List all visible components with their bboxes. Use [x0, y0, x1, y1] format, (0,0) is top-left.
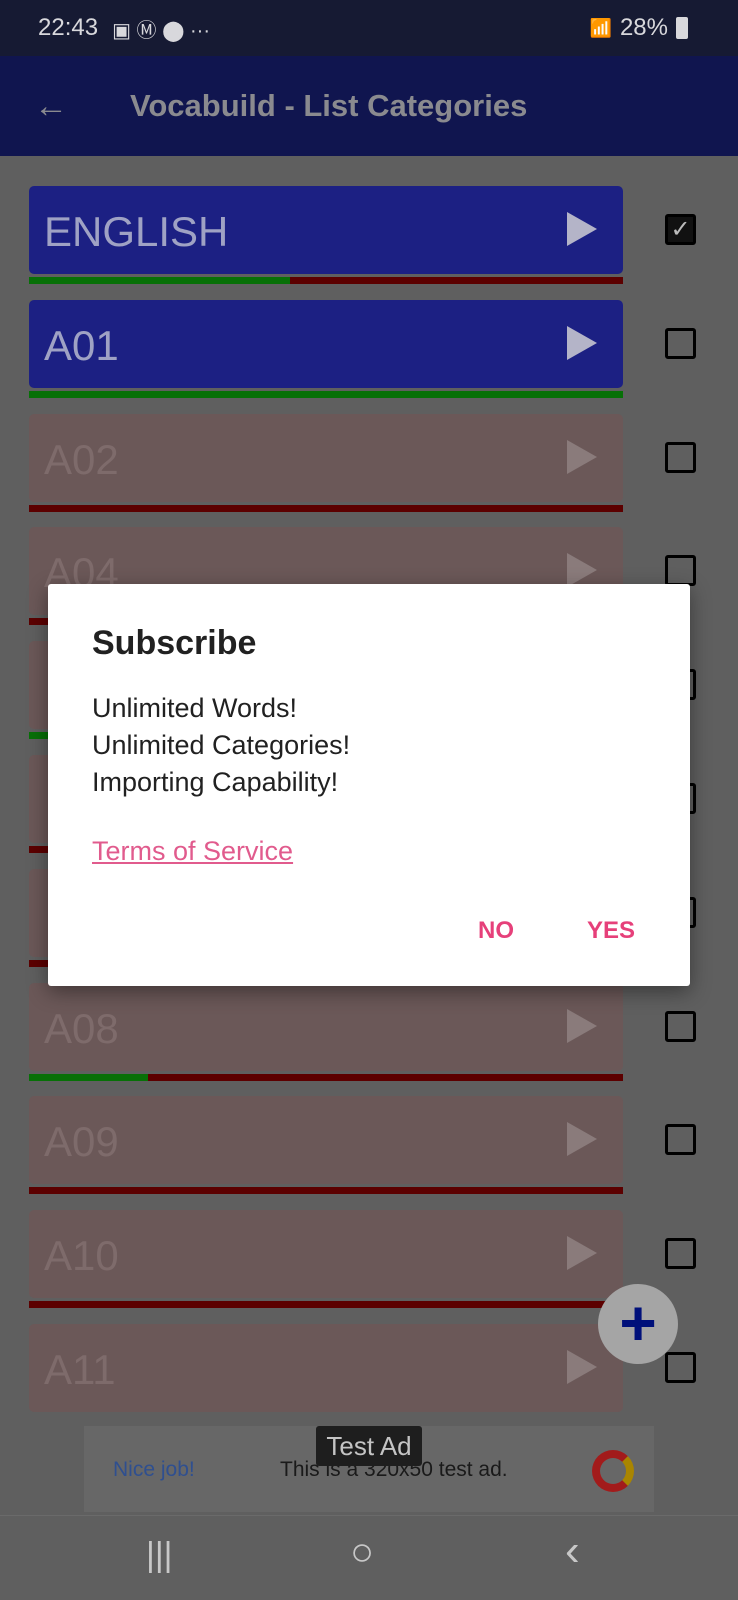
play-icon[interactable]	[567, 1008, 597, 1043]
category-checkbox[interactable]	[665, 327, 696, 359]
battery-icon	[676, 17, 688, 39]
category-row[interactable]: ENGLISH	[29, 186, 623, 274]
plus-icon: +	[619, 1287, 657, 1359]
category-row[interactable]: A01	[29, 299, 623, 388]
progress-bar	[29, 504, 623, 512]
home-icon[interactable]: ○	[350, 1530, 374, 1575]
category-row[interactable]: A08	[29, 982, 623, 1071]
progress-fill	[29, 1073, 148, 1081]
category-label: A11	[44, 1346, 116, 1393]
clock: 22:43	[38, 14, 99, 41]
arrow-left-icon[interactable]: ←	[34, 87, 84, 126]
app-bar: ← Vocabuild - List Categories	[0, 56, 738, 156]
dialog-title: Subscribe	[92, 624, 257, 662]
battery-level: 28%	[619, 14, 668, 41]
dialog-body: Unlimited Words! Unlimited Categories! I…	[92, 690, 350, 801]
test-ad-badge: Test Ad	[316, 1426, 422, 1466]
play-icon[interactable]	[567, 1236, 597, 1271]
category-label: A09	[44, 1118, 119, 1166]
category-checkbox[interactable]	[665, 441, 696, 473]
category-row[interactable]: A11	[29, 1324, 623, 1412]
play-icon[interactable]	[567, 439, 597, 474]
category-checkbox[interactable]: ✓	[665, 214, 696, 245]
play-icon[interactable]	[567, 1122, 597, 1157]
recents-icon[interactable]: |||	[146, 1536, 173, 1575]
progress-bar	[29, 1301, 623, 1309]
progress-fill	[29, 390, 623, 398]
feature-line: Importing Capability!	[92, 767, 339, 797]
category-checkbox[interactable]	[665, 1124, 696, 1156]
status-bar: 22:43 ▣ Ⓜ ⬤ ··· 📶 28%	[0, 0, 738, 56]
progress-bar	[29, 390, 623, 398]
category-label: A08	[44, 1004, 119, 1052]
ad-headline: Nice job!	[113, 1458, 195, 1481]
no-button[interactable]: NO	[478, 917, 514, 945]
feature-line: Unlimited Words!	[92, 693, 298, 723]
play-icon[interactable]	[567, 553, 597, 588]
navigation-bar: ||| ○ ‹	[0, 1515, 738, 1600]
progress-bar	[29, 1073, 623, 1081]
category-label: ENGLISH	[44, 208, 229, 255]
progress-bar	[29, 1187, 623, 1195]
back-icon[interactable]: ‹	[565, 1526, 580, 1576]
category-label: A02	[44, 435, 119, 483]
notification-icons: ▣ Ⓜ ⬤ ···	[112, 19, 210, 42]
play-icon[interactable]	[567, 1350, 597, 1384]
feature-line: Unlimited Categories!	[92, 730, 351, 760]
progress-fill	[29, 277, 291, 284]
category-checkbox[interactable]	[665, 1238, 696, 1270]
category-label: A10	[44, 1232, 119, 1280]
yes-button[interactable]: YES	[587, 917, 635, 945]
category-checkbox[interactable]	[665, 1010, 696, 1042]
category-checkbox[interactable]	[665, 1352, 696, 1383]
category-row[interactable]: A02	[29, 413, 623, 502]
play-icon[interactable]	[567, 325, 597, 360]
category-row[interactable]: A09	[29, 1096, 623, 1185]
category-label: A01	[44, 321, 119, 369]
page-title: Vocabuild - List Categories	[130, 88, 528, 123]
subscribe-dialog: Subscribe Unlimited Words! Unlimited Cat…	[48, 584, 690, 986]
progress-bar	[29, 277, 623, 284]
category-row[interactable]: A10	[29, 1210, 623, 1299]
add-category-button[interactable]: +	[598, 1284, 678, 1364]
terms-of-service-link[interactable]: Terms of Service	[92, 836, 293, 867]
play-icon[interactable]	[567, 212, 597, 246]
category-checkbox[interactable]	[665, 555, 696, 587]
wifi-icon: 📶	[589, 17, 612, 38]
ad-logo-icon	[592, 1450, 634, 1492]
